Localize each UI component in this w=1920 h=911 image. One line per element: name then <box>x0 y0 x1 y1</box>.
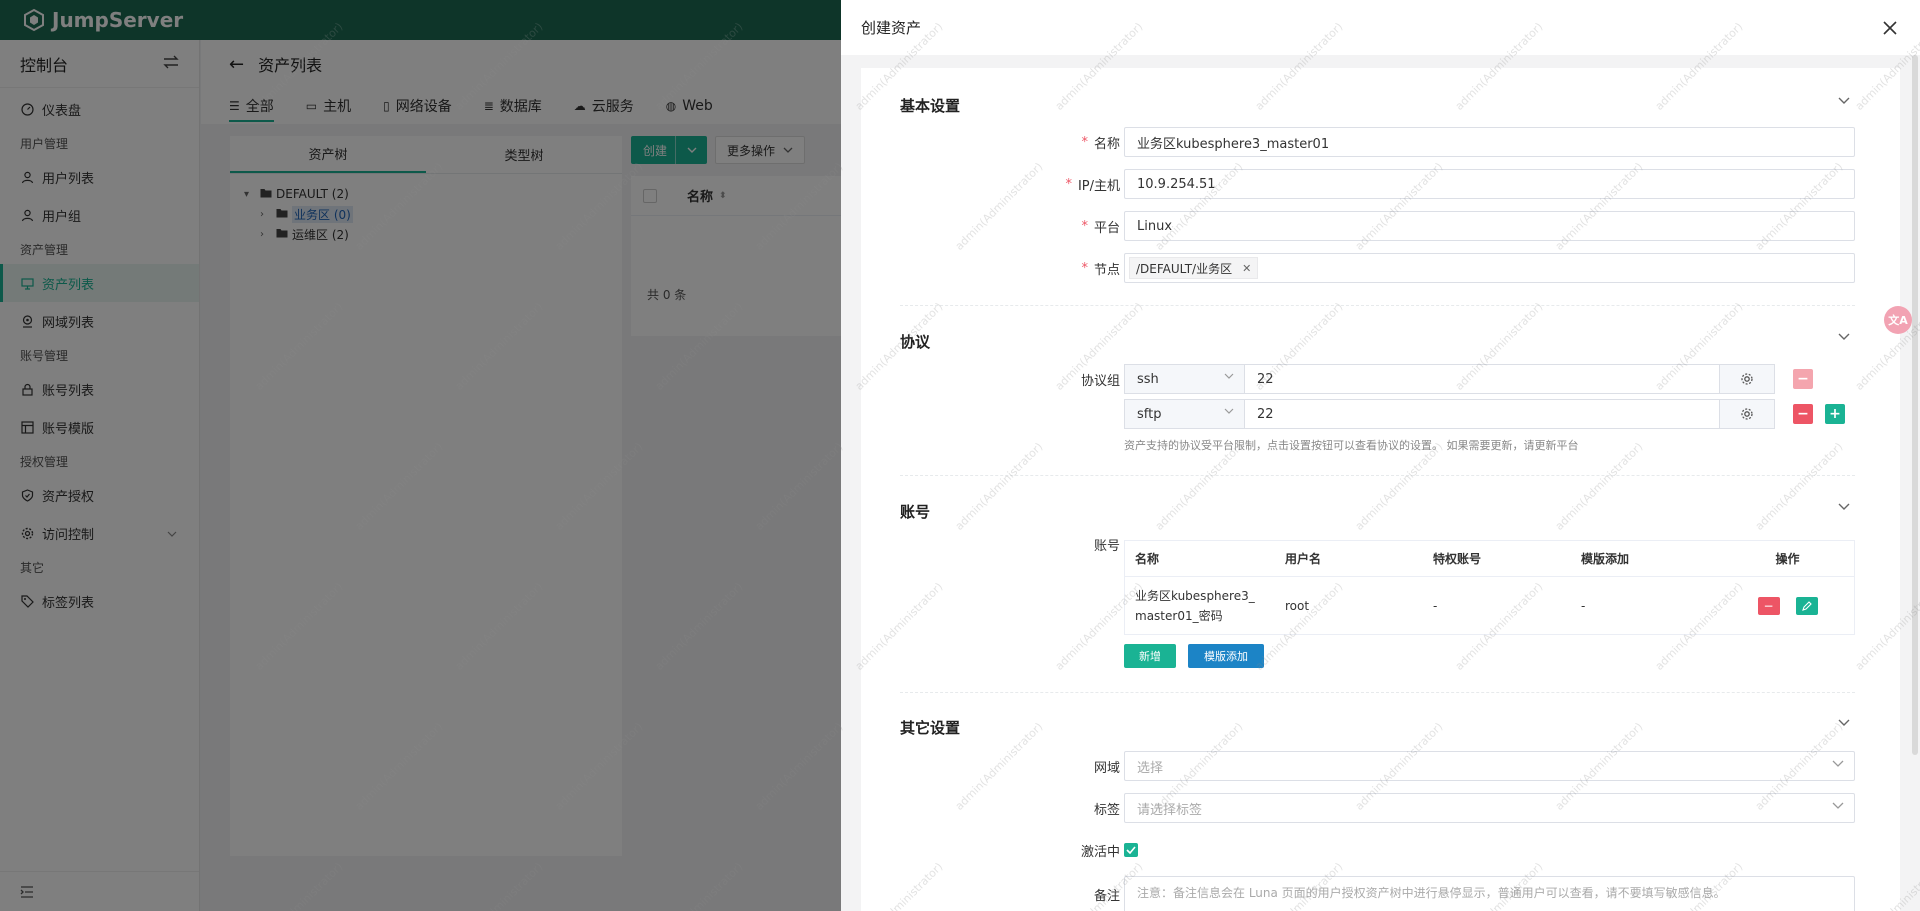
active-checkbox[interactable] <box>1124 843 1138 857</box>
chevron-down-icon[interactable] <box>1838 330 1850 345</box>
port-input[interactable]: 22 <box>1244 364 1720 394</box>
settings-gear-icon[interactable] <box>1719 399 1775 429</box>
chevron-down-icon[interactable] <box>1838 500 1850 515</box>
node-tag: /DEFAULT/业务区 ✕ <box>1129 257 1259 279</box>
create-asset-drawer: 创建资产 基本设置 * 名称 业务区kubesphere3_master01 * I… <box>841 0 1920 911</box>
edit-icon <box>1801 600 1812 611</box>
port-input[interactable]: 22 <box>1244 399 1720 429</box>
protocol-group-label: 协议组 <box>1080 373 1120 389</box>
section-title-other: 其它设置 <box>900 719 961 737</box>
protocol-select[interactable]: sftp <box>1124 399 1245 429</box>
translate-icon[interactable]: 文A <box>1884 306 1912 334</box>
node-tag-label: /DEFAULT/业务区 <box>1136 261 1233 276</box>
section-title-protocol: 协议 <box>900 333 931 351</box>
domain-row: 网域 选择 <box>861 751 1900 781</box>
scrollbar-thumb[interactable] <box>1912 55 1918 755</box>
platform-row: * 平台 Linux <box>861 211 1900 241</box>
name-input[interactable]: 业务区kubesphere3_master01 <box>1124 127 1855 157</box>
name-label: * 名称 <box>1081 134 1120 152</box>
chevron-down-icon <box>1832 760 1844 767</box>
close-icon[interactable]: ✕ <box>1242 262 1251 275</box>
comment-row: 备注 注意：备注信息会在 Luna 页面的用户授权资产树中进行悬停显示，普通用户… <box>861 876 1900 911</box>
ip-label: * IP/主机 <box>1065 176 1120 194</box>
account-table-header: 名称 用户名 特权账号 模版添加 操作 <box>1125 541 1854 577</box>
column-header: 操作 <box>1775 552 1800 566</box>
drawer-scrollbar[interactable] <box>1910 55 1920 755</box>
table-row: 业务区kubesphere3_ master01_密码 root - - − <box>1125 577 1854 634</box>
chevron-down-icon[interactable] <box>1838 94 1850 109</box>
chevron-down-icon <box>1224 408 1234 414</box>
add-account-button[interactable]: 新增 <box>1124 644 1176 668</box>
labels-select[interactable]: 请选择标签 <box>1124 793 1855 823</box>
chevron-down-icon <box>1832 802 1844 809</box>
remove-protocol-button[interactable]: − <box>1793 369 1813 389</box>
account-name-cell: 业务区kubesphere3_ master01_密码 <box>1135 588 1255 623</box>
divider <box>900 305 1855 306</box>
ip-row: * IP/主机 10.9.254.51 <box>861 169 1900 199</box>
section-title-account: 账号 <box>900 503 931 521</box>
protocol-row: sftp 22 − + <box>1124 399 1855 429</box>
remove-protocol-button[interactable]: − <box>1793 404 1813 424</box>
protocol-select[interactable]: ssh <box>1124 364 1245 394</box>
name-row: * 名称 业务区kubesphere3_master01 <box>861 127 1900 157</box>
account-label: 账号 <box>1093 538 1120 554</box>
comment-label: 备注 <box>1093 888 1120 904</box>
column-header: 名称 <box>1135 551 1160 566</box>
domain-select[interactable]: 选择 <box>1124 751 1855 781</box>
column-header: 用户名 <box>1285 552 1322 566</box>
add-protocol-button[interactable]: + <box>1825 404 1845 424</box>
edit-account-button[interactable] <box>1795 596 1818 615</box>
labels-row: 标签 请选择标签 <box>861 793 1900 823</box>
close-icon[interactable] <box>1880 18 1900 38</box>
protocol-hint: 资产支持的协议受平台限制，点击设置按钮可以查看协议的设置。 如果需要更新，请更新… <box>1124 439 1579 452</box>
divider <box>900 692 1855 693</box>
settings-gear-icon[interactable] <box>1719 364 1775 394</box>
node-select[interactable]: /DEFAULT/业务区 ✕ <box>1124 253 1855 283</box>
actions-cell: − <box>1721 596 1854 615</box>
comment-textarea[interactable]: 注意：备注信息会在 Luna 页面的用户授权资产树中进行悬停显示，普通用户可以查… <box>1124 876 1855 911</box>
protocol-row: ssh 22 − <box>1124 364 1855 394</box>
column-header: 模版添加 <box>1581 552 1630 566</box>
node-label: * 节点 <box>1081 260 1120 278</box>
section-title-basic: 基本设置 <box>900 97 961 115</box>
divider <box>900 475 1855 476</box>
template-cell: - <box>1581 598 1586 613</box>
chevron-down-icon[interactable] <box>1838 716 1850 731</box>
active-row: 激活中 <box>861 835 1900 865</box>
username-cell: root <box>1285 598 1310 613</box>
platform-label: * 平台 <box>1081 218 1120 236</box>
domain-label: 网域 <box>1093 760 1120 776</box>
ip-input[interactable]: 10.9.254.51 <box>1124 169 1855 199</box>
platform-input[interactable]: Linux <box>1124 211 1855 241</box>
drawer-title: 创建资产 <box>861 19 922 37</box>
privileged-cell: - <box>1433 598 1438 613</box>
labels-label: 标签 <box>1093 802 1120 818</box>
delete-account-button[interactable]: − <box>1757 596 1780 615</box>
drawer-form: 基本设置 * 名称 业务区kubesphere3_master01 * IP/主机 … <box>861 68 1900 911</box>
active-label: 激活中 <box>1080 844 1120 860</box>
account-table: 名称 用户名 特权账号 模版添加 操作 业务区kubesphere3_ mast… <box>1124 540 1855 635</box>
check-icon <box>1126 846 1136 854</box>
template-add-button[interactable]: 模版添加 <box>1188 644 1264 668</box>
node-row: * 节点 /DEFAULT/业务区 ✕ <box>861 253 1900 283</box>
chevron-down-icon <box>1224 373 1234 379</box>
drawer-header: 创建资产 <box>841 0 1920 55</box>
column-header: 特权账号 <box>1433 552 1482 566</box>
